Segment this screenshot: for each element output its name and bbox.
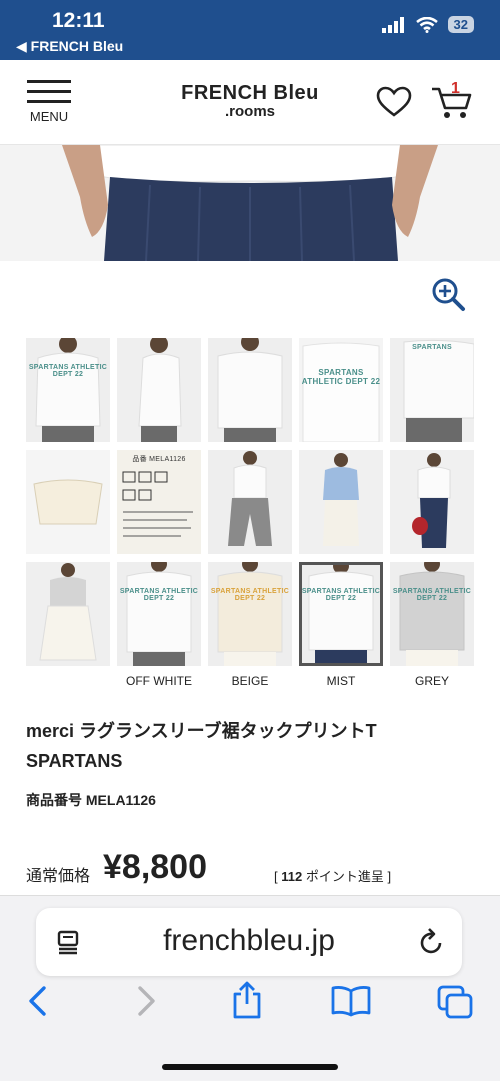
thumbnail[interactable] (117, 338, 201, 442)
back-to-app-link[interactable]: ◀ FRENCH Bleu (16, 38, 123, 55)
thumbnail-print: SPARTANS ATHLETIC DEPT 22 (301, 588, 381, 602)
thumbnail-photo (26, 338, 110, 442)
tabs-icon[interactable] (436, 984, 474, 1020)
heart-icon[interactable] (376, 86, 412, 118)
cart-count-badge: 1 (451, 80, 460, 97)
thumbnail[interactable] (26, 450, 110, 554)
thumbnail-photo (208, 562, 292, 666)
thumbnail-photo (390, 450, 474, 554)
url-text: frenchbleu.jp (163, 924, 335, 957)
thumbnail-photo (299, 562, 383, 666)
menu-label: MENU (29, 109, 69, 124)
home-indicator (162, 1064, 338, 1070)
product-title: merci ラグランスリーブ裾タックプリントT SPARTANS (26, 721, 377, 771)
price-row: 通常価格 ¥8,800 [ 112 ポイント進呈 ] (26, 848, 476, 888)
thumbnail-print: SPARTANS (412, 344, 452, 351)
thumbnail[interactable] (26, 562, 110, 666)
thumbnail[interactable]: SPARTANS ATHLETIC DEPT 22 (299, 338, 383, 442)
thumbnail-print: SPARTANS ATHLETIC DEPT 22 (392, 588, 472, 602)
product-photo (0, 145, 500, 261)
signal-icon (381, 16, 404, 33)
color-label-beige[interactable]: BEIGE (208, 674, 292, 688)
thumbnail-print: SPARTANS ATHLETIC DEPT 22 (301, 368, 381, 386)
thumbnail-print: SPARTANS ATHLETIC DEPT 22 (119, 588, 199, 602)
thumbnail-photo (208, 450, 292, 554)
hamburger-icon-bar (27, 90, 71, 93)
status-time: 12:11 (52, 9, 105, 32)
points-info: [ 112 ポイント進呈 ] (274, 866, 391, 885)
reload-icon[interactable] (418, 926, 446, 956)
thumbnail-photo (26, 562, 110, 666)
thumbnail[interactable]: SPARTANS (390, 338, 474, 442)
menu-button[interactable]: MENU (26, 80, 72, 124)
wifi-icon (415, 16, 438, 33)
thumbnail[interactable] (299, 450, 383, 554)
thumbnail-print: SPARTANS ATHLETIC DEPT 22 (210, 588, 290, 602)
thumbnail-selected[interactable]: SPARTANS ATHLETIC DEPT 22 (299, 562, 383, 666)
site-logo[interactable]: FRENCH Bleu .rooms (180, 83, 320, 120)
logo-line-1: FRENCH Bleu (181, 82, 319, 104)
thumbnail-photo (299, 338, 383, 442)
price-value: ¥8,800 (103, 848, 207, 886)
zoom-in-icon[interactable] (430, 276, 466, 312)
thumbnail[interactable] (208, 338, 292, 442)
thumbnail[interactable]: SPARTANS ATHLETIC DEPT 22 (390, 562, 474, 666)
logo-line-2: .rooms (224, 103, 275, 120)
thumbnail-photo (117, 338, 201, 442)
color-label-grey[interactable]: GREY (390, 674, 474, 688)
address-bar[interactable]: frenchbleu.jp (36, 908, 462, 976)
thumbnail-photo (390, 562, 474, 666)
color-label-mist[interactable]: MIST (299, 674, 383, 688)
thumbnail-photo (26, 450, 110, 554)
thumbnail[interactable]: 品番 MELA1126 (117, 450, 201, 554)
product-sku: 商品番号 MELA1126 (26, 792, 156, 808)
hamburger-icon-bar (27, 100, 71, 103)
back-icon[interactable] (24, 984, 52, 1018)
share-icon[interactable] (230, 980, 264, 1020)
hamburger-icon (27, 80, 71, 83)
points-value: 112 (281, 869, 303, 884)
thumbnail[interactable] (390, 450, 474, 554)
forward-icon[interactable] (132, 984, 160, 1018)
color-label-off-white[interactable]: OFF WHITE (117, 674, 201, 688)
care-label-text: 品番 MELA1126 (132, 456, 186, 463)
battery-icon: 32 (447, 16, 474, 33)
product-main-image[interactable] (0, 145, 500, 261)
points-text: ポイント進呈 ] (302, 869, 392, 884)
thumbnail-photo (117, 450, 201, 554)
thumbnail-print: SPARTANS ATHLETIC DEPT 22 (28, 364, 108, 378)
status-icons: 32 (381, 16, 474, 33)
thumbnail[interactable]: SPARTANS ATHLETIC DEPT 22 (26, 338, 110, 442)
thumbnail[interactable]: SPARTANS ATHLETIC DEPT 22 (117, 562, 201, 666)
thumbnail-photo (299, 450, 383, 554)
bookmarks-icon[interactable] (330, 984, 372, 1018)
thumbnail[interactable]: SPARTANS ATHLETIC DEPT 22 (208, 562, 292, 666)
thumbnail[interactable] (208, 450, 292, 554)
price-label: 通常価格 (26, 868, 91, 885)
thumbnail-photo (208, 338, 292, 442)
thumbnail-photo (117, 562, 201, 666)
site-header: MENU FRENCH Bleu .rooms 1 (0, 60, 500, 145)
thumbnail-photo (390, 338, 474, 442)
status-bar: 12:11 ◀ FRENCH Bleu 32 (0, 0, 500, 60)
browser-toolbar: frenchbleu.jp (0, 895, 500, 1081)
